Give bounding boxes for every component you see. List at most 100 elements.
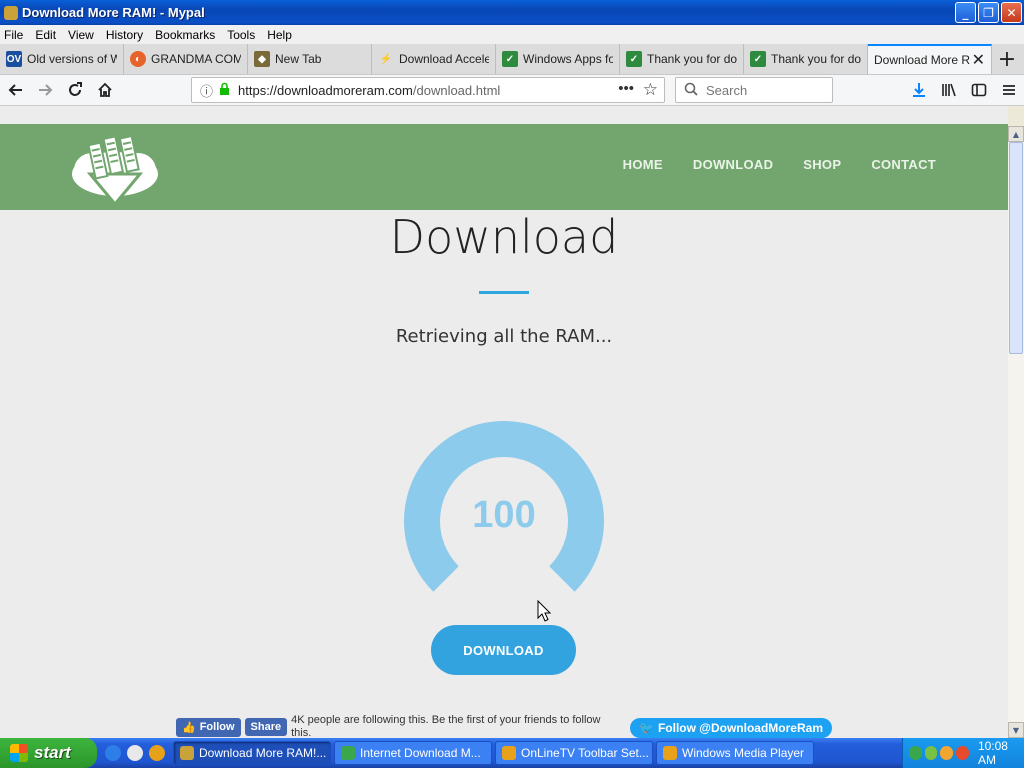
url-path: /download.html <box>412 82 501 98</box>
facebook-followers-text: 4K people are following this. Be the fir… <box>291 714 601 738</box>
menu-history[interactable]: History <box>106 28 143 42</box>
tab-windows-apps[interactable]: ✓ Windows Apps fo <box>496 44 620 74</box>
tab-thank-you-2[interactable]: ✓ Thank you for do <box>744 44 868 74</box>
page-title: Download <box>389 210 619 264</box>
web-content: HOME DOWNLOAD SHOP CONTACT Download Retr… <box>0 106 1008 738</box>
tab-label: GRANDMA COMP <box>151 52 241 66</box>
sidebar-icon[interactable] <box>965 76 993 104</box>
search-input[interactable]: Search <box>675 77 833 103</box>
site-header: HOME DOWNLOAD SHOP CONTACT <box>0 124 1008 210</box>
task-label: Internet Download M... <box>360 746 481 760</box>
tab-label: Thank you for do <box>771 52 861 66</box>
taskbar-item-idm[interactable]: Internet Download M... <box>334 741 492 765</box>
tab-old-versions[interactable]: OV Old versions of W <box>0 44 124 74</box>
download-ram-logo[interactable] <box>70 134 160 209</box>
twitter-follow-button[interactable]: 🐦 Follow @DownloadMoreRam <box>630 718 832 738</box>
taskbar-item-onlinetv[interactable]: OnLineTV Toolbar Set... <box>495 741 653 765</box>
tab-label: Windows Apps fo <box>523 52 613 66</box>
maximize-button[interactable]: ❐ <box>978 2 999 23</box>
taskbar-item-media-player[interactable]: Windows Media Player <box>656 741 814 765</box>
tab-new-tab[interactable]: ◆ New Tab <box>248 44 372 74</box>
idm-taskbar-icon <box>341 746 355 760</box>
tab-download-accelerator[interactable]: ⚡ Download Accele <box>372 44 496 74</box>
library-icon[interactable] <box>935 76 963 104</box>
chrome-icon[interactable] <box>127 745 143 761</box>
twitter-bird-icon: 🐦 <box>639 721 654 735</box>
search-icon <box>684 82 698 99</box>
nav-shop-link[interactable]: SHOP <box>803 157 841 172</box>
site-nav: HOME DOWNLOAD SHOP CONTACT <box>623 157 936 172</box>
media-player-taskbar-icon <box>663 746 677 760</box>
search-tray-icon[interactable] <box>940 746 954 760</box>
nav-contact-link[interactable]: CONTACT <box>871 157 936 172</box>
nav-download-link[interactable]: DOWNLOAD <box>693 157 773 172</box>
task-label: OnLineTV Toolbar Set... <box>521 746 649 760</box>
window-controls: _ ❐ ✕ <box>955 2 1022 23</box>
menu-view[interactable]: View <box>68 28 94 42</box>
url-bar[interactable]: ⓘ https://downloadmoreram.com/download.h… <box>191 77 665 103</box>
tab-download-more-ram[interactable]: Download More R ✕ <box>868 44 992 74</box>
page-scrollbar[interactable]: ▲ ▼ <box>1008 126 1024 738</box>
thumbs-up-icon: 👍 <box>182 721 196 734</box>
windows-flag-icon <box>10 744 28 762</box>
ie-icon[interactable] <box>105 745 121 761</box>
network-icon[interactable] <box>909 746 922 760</box>
tab-thank-you-1[interactable]: ✓ Thank you for do <box>620 44 744 74</box>
taskbar-clock: 10:08 AM <box>977 739 1008 767</box>
tab-favicon-icon: ✓ <box>750 51 766 67</box>
start-label: start <box>34 743 71 762</box>
menu-tools[interactable]: Tools <box>227 28 255 42</box>
start-button[interactable]: start <box>0 738 97 768</box>
media-player-icon[interactable] <box>149 745 165 761</box>
task-label: Windows Media Player <box>682 746 805 760</box>
task-label: Download More RAM!... <box>199 746 327 760</box>
mouse-cursor-icon <box>537 599 552 625</box>
tab-close-icon[interactable]: ✕ <box>972 50 985 70</box>
tab-label: Download Accele <box>399 52 489 66</box>
tab-favicon-icon: OV <box>6 51 22 67</box>
scrollbar-thumb[interactable] <box>1009 142 1023 354</box>
search-placeholder: Search <box>706 82 748 98</box>
tab-label: New Tab <box>275 52 322 66</box>
scroll-up-arrow-icon[interactable]: ▲ <box>1008 126 1024 142</box>
twitter-follow-label: Follow @DownloadMoreRam <box>657 721 823 735</box>
bookmark-star-icon[interactable]: ☆ <box>643 80 658 100</box>
menu-edit[interactable]: Edit <box>35 28 56 42</box>
new-tab-icon[interactable]: + <box>992 44 1022 74</box>
tab-bar: OV Old versions of W ◐ GRANDMA COMP ◆ Ne… <box>0 44 1024 75</box>
facebook-follow-button[interactable]: 👍 Follow <box>176 717 241 737</box>
system-tray: 10:08 AM <box>902 738 1024 768</box>
mypal-taskbar-icon <box>180 746 194 760</box>
facebook-share-button[interactable]: Share <box>244 718 288 736</box>
menu-help[interactable]: Help <box>267 28 292 42</box>
menu-file[interactable]: File <box>4 28 23 42</box>
home-icon[interactable] <box>91 76 119 104</box>
security-icon[interactable] <box>924 746 938 760</box>
hamburger-menu-icon[interactable] <box>995 76 1023 104</box>
page-actions-icon[interactable]: ••• <box>618 80 634 97</box>
status-text: Retrieving all the RAM... <box>395 326 613 347</box>
alert-tray-icon[interactable] <box>956 746 969 760</box>
scroll-down-arrow-icon[interactable]: ▼ <box>1008 722 1024 738</box>
downloads-icon[interactable] <box>905 76 933 104</box>
menu-bookmarks[interactable]: Bookmarks <box>155 28 215 42</box>
info-icon[interactable]: ⓘ <box>200 81 213 100</box>
tab-grandma-comp[interactable]: ◐ GRANDMA COMP <box>124 44 248 74</box>
minimize-button[interactable]: _ <box>955 2 976 23</box>
window-titlebar[interactable]: Download More RAM! - Mypal _ ❐ ✕ <box>0 0 1024 25</box>
nav-home-link[interactable]: HOME <box>623 157 663 172</box>
tab-favicon-icon: ✓ <box>626 51 642 67</box>
taskbar-item-mypal[interactable]: Download More RAM!... <box>173 741 331 765</box>
forward-arrow-icon[interactable] <box>31 76 59 104</box>
close-button[interactable]: ✕ <box>1001 2 1022 23</box>
heading-divider <box>479 291 529 294</box>
window-title: Download More RAM! - Mypal <box>22 5 205 20</box>
download-button[interactable]: DOWNLOAD <box>431 625 576 675</box>
quick-launch <box>97 745 173 761</box>
reload-icon[interactable] <box>61 76 89 104</box>
tab-favicon-icon: ✓ <box>502 51 518 67</box>
back-arrow-icon[interactable] <box>2 76 30 104</box>
fb-follow-label: Follow <box>199 721 235 733</box>
gauge-value: 100 <box>472 494 536 536</box>
onlinetv-taskbar-icon <box>502 746 516 760</box>
